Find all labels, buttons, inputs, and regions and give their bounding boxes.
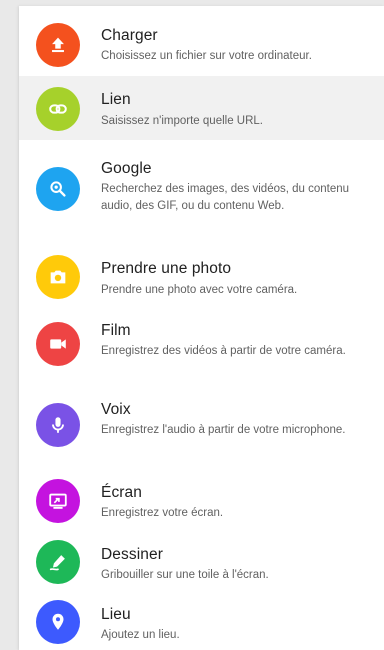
item-title: Voix [101, 401, 131, 418]
menu-item-charger[interactable]: Charger Choisissez un fichier sur votre … [19, 6, 384, 72]
item-description: Enregistrez votre écran. [101, 507, 224, 519]
menu-item-lieu[interactable]: Lieu Ajoutez un lieu. [19, 594, 384, 650]
item-title: Prendre une photo [101, 260, 232, 277]
item-title: Charger [101, 27, 158, 44]
menu-item-voix[interactable]: Voix Enregistrez l'audio à partir de vot… [19, 390, 384, 470]
google-search-icon [36, 167, 80, 211]
attachment-menu: Charger Choisissez un fichier sur votre … [19, 6, 384, 650]
menu-item-film[interactable]: Film Enregistrez des vidéos à partir de … [19, 310, 384, 390]
menu-item-prendre-une-photo[interactable]: Prendre une photo Prendre une photo avec… [19, 246, 384, 310]
menu-item-google[interactable]: Google Recherchez des images, des vidéos… [19, 148, 384, 242]
screen-record-icon [36, 479, 80, 523]
location-pin-icon [36, 600, 80, 644]
upload-icon [36, 23, 80, 67]
item-description: Enregistrez des vidéos à partir de votre… [101, 345, 346, 357]
draw-icon [36, 540, 80, 584]
item-description: Ajoutez un lieu. [101, 629, 180, 641]
menu-item-dessiner[interactable]: Dessiner Gribouiller sur une toile à l'é… [19, 532, 384, 594]
item-title: Écran [101, 484, 142, 501]
camera-icon [36, 255, 80, 299]
menu-item-ecran[interactable]: Écran Enregistrez votre écran. [19, 470, 384, 532]
link-icon [36, 87, 80, 131]
video-camera-icon [36, 322, 80, 366]
item-title: Dessiner [101, 546, 163, 563]
item-description: Prendre une photo avec votre caméra. [101, 284, 298, 296]
item-title: Google [101, 160, 152, 177]
item-description: Gribouiller sur une toile à l'écran. [101, 569, 269, 581]
item-title: Film [101, 322, 131, 339]
item-description: Saisissez n'importe quelle URL. [101, 115, 263, 127]
item-title: Lieu [101, 606, 131, 623]
item-description: Choisissez un fichier sur votre ordinate… [101, 50, 312, 62]
menu-item-lien[interactable]: Lien Saisissez n'importe quelle URL. [19, 76, 384, 140]
microphone-icon [36, 403, 80, 447]
item-title: Lien [101, 91, 131, 108]
item-description: Recherchez des images, des vidéos, du co… [101, 183, 350, 212]
item-description: Enregistrez l'audio à partir de votre mi… [101, 424, 346, 436]
